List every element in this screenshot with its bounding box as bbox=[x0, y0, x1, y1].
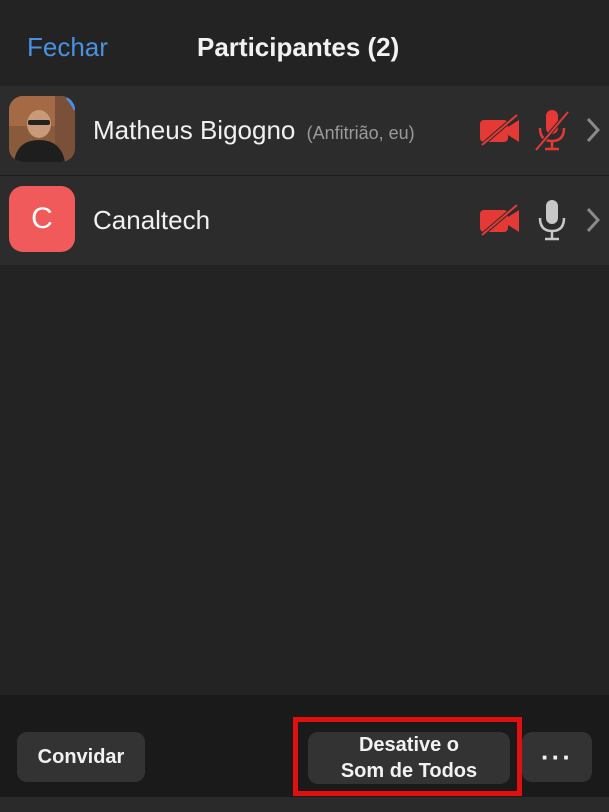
page-title-text: Participantes (2) bbox=[197, 32, 400, 62]
header: Fechar Participantes (2) bbox=[0, 0, 609, 85]
mute-all-button[interactable]: Desative o Som de Todos bbox=[308, 732, 510, 784]
participant-row[interactable]: C Canaltech bbox=[0, 176, 609, 265]
chevron-right-icon[interactable] bbox=[584, 116, 602, 144]
avatar bbox=[9, 96, 75, 162]
more-options-button[interactable]: ··· bbox=[522, 732, 592, 782]
mute-all-label: Desative o Som de Todos bbox=[341, 732, 477, 784]
avatar-photo-icon bbox=[9, 96, 75, 162]
mute-all-line-1: Desative o bbox=[358, 734, 460, 756]
mic-icon[interactable] bbox=[534, 198, 570, 242]
participant-role: (Anfitrião, eu) bbox=[306, 123, 415, 143]
invite-button[interactable]: Convidar bbox=[17, 732, 145, 782]
participants-screen: Fechar Participantes (2) Matheus Bigogno… bbox=[0, 0, 609, 812]
participant-row[interactable]: Matheus Bigogno (Anfitrião, eu) bbox=[0, 86, 609, 175]
close-button[interactable]: Fechar bbox=[27, 32, 108, 63]
mute-all-line-2: Som de Todos bbox=[340, 760, 478, 782]
participant-name-row: Matheus Bigogno (Anfitrião, eu) bbox=[93, 115, 415, 146]
avatar: C bbox=[9, 186, 75, 252]
bottom-strip bbox=[0, 797, 609, 812]
video-off-icon[interactable] bbox=[479, 114, 521, 146]
participant-list-empty-area bbox=[0, 265, 609, 695]
bottom-toolbar: Convidar Desative o Som de Todos ··· bbox=[0, 695, 609, 812]
video-off-icon[interactable] bbox=[479, 204, 521, 236]
participant-name: Canaltech bbox=[93, 205, 211, 235]
chevron-right-icon[interactable] bbox=[584, 206, 602, 234]
participant-name-row: Canaltech bbox=[93, 205, 210, 236]
avatar-letter: C bbox=[31, 202, 53, 235]
mic-muted-icon[interactable] bbox=[534, 108, 570, 152]
participant-name: Matheus Bigogno bbox=[93, 115, 296, 145]
